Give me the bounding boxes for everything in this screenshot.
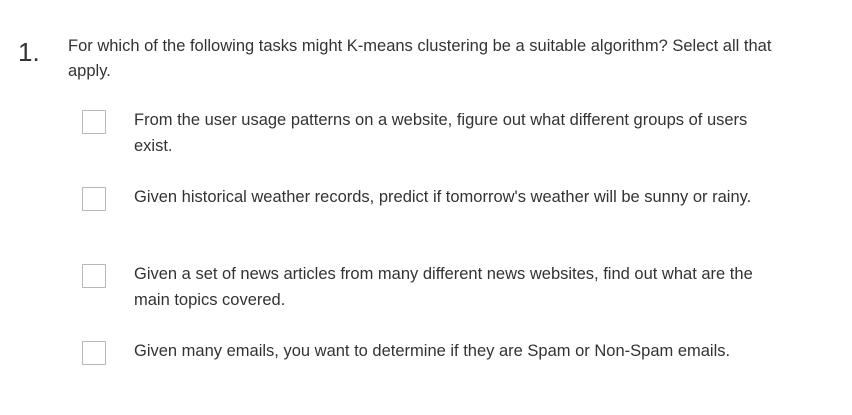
option-label[interactable]: From the user usage patterns on a websit… [134, 107, 784, 159]
option-label[interactable]: Given many emails, you want to determine… [134, 338, 784, 364]
option-label[interactable]: Given a set of news articles from many d… [134, 261, 784, 313]
answer-option[interactable]: Given many emails, you want to determine… [80, 338, 800, 415]
option-checkbox[interactable] [82, 110, 106, 134]
quiz-question: 1. For which of the following tasks migh… [0, 0, 852, 415]
answer-options: From the user usage patterns on a websit… [80, 107, 800, 415]
option-checkbox[interactable] [82, 187, 106, 211]
answer-option[interactable]: Given a set of news articles from many d… [80, 261, 800, 338]
question-prompt: For which of the following tasks might K… [68, 37, 772, 80]
answer-option[interactable]: Given historical weather records, predic… [80, 184, 800, 261]
question-number: 1. [18, 37, 40, 67]
option-checkbox[interactable] [82, 264, 106, 288]
option-label[interactable]: Given historical weather records, predic… [134, 184, 784, 210]
option-checkbox[interactable] [82, 341, 106, 365]
answer-option[interactable]: From the user usage patterns on a websit… [80, 107, 800, 184]
